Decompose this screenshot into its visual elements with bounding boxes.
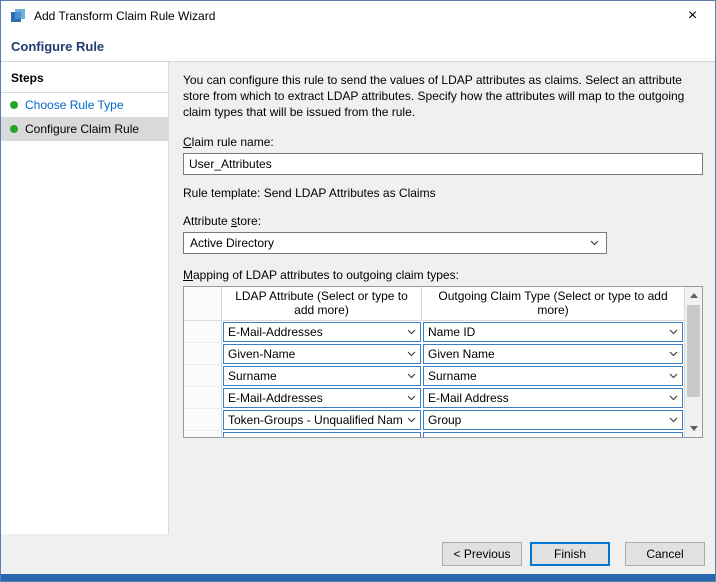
chevron-down-icon[interactable] [403,367,420,385]
chevron-down-icon[interactable] [665,389,682,407]
chevron-down-icon[interactable] [403,389,420,407]
vertical-scrollbar[interactable] [684,287,702,437]
outgoing-claim-select[interactable] [423,432,683,438]
claim-rule-name-label: Claim rule name: [183,135,703,149]
sidebar-item-configure-claim-rule[interactable]: Configure Claim Rule [1,117,168,141]
mapping-label: Mapping of LDAP attributes to outgoing c… [183,268,703,282]
row-selector[interactable] [184,365,222,387]
ldap-attribute-select[interactable]: E-Mail-Addresses [223,388,421,408]
window-title: Add Transform Claim Rule Wizard [34,9,670,23]
attribute-store-label: Attribute store: [183,214,703,228]
attribute-store-select[interactable]: Active Directory [183,232,607,254]
wizard-app-icon [10,8,26,24]
outgoing-claim-select[interactable]: Name ID [423,322,683,342]
scroll-up-icon[interactable] [685,287,702,304]
chevron-down-icon[interactable] [665,411,682,429]
rule-template-text: Rule template: Send LDAP Attributes as C… [183,186,703,200]
table-row: Token-Groups - Unqualified Names Group [184,409,684,431]
attribute-store-value: Active Directory [190,236,274,250]
previous-button[interactable]: < Previous [442,542,522,566]
rule-description: You can configure this rule to send the … [183,72,703,121]
grid-header-row: LDAP Attribute (Select or type to add mo… [184,287,684,321]
finish-button[interactable]: Finish [530,542,610,566]
chevron-down-icon[interactable] [403,411,420,429]
steps-title: Steps [1,62,168,93]
row-selector[interactable] [184,431,222,438]
page-header: Configure Rule [1,31,715,62]
titlebar: Add Transform Claim Rule Wizard × [1,1,715,31]
chevron-down-icon [583,240,606,246]
row-selector[interactable] [184,321,222,343]
chevron-down-icon[interactable] [403,345,420,363]
column-header-ldap-attribute: LDAP Attribute (Select or type to add mo… [222,287,422,320]
scrollbar-track[interactable] [685,304,702,420]
scroll-down-icon[interactable] [685,420,702,437]
window-bottom-accent [1,574,715,581]
page-title: Configure Rule [11,39,104,54]
ldap-attribute-select[interactable]: Token-Groups - Unqualified Names [223,410,421,430]
steps-sidebar: Steps Choose Rule Type Configure Claim R… [1,62,169,534]
chevron-down-icon[interactable] [665,345,682,363]
wizard-window: Add Transform Claim Rule Wizard × Config… [0,0,716,582]
table-row: E-Mail-Addresses E-Mail Address [184,387,684,409]
claim-rule-name-input[interactable] [183,153,703,175]
outgoing-claim-select[interactable]: Surname [423,366,683,386]
chevron-down-icon[interactable] [665,367,682,385]
table-row: Surname Surname [184,365,684,387]
ldap-attribute-select[interactable]: E-Mail-Addresses [223,322,421,342]
table-row-partial [184,431,684,438]
column-header-outgoing-claim-type: Outgoing Claim Type (Select or type to a… [422,287,684,320]
scrollbar-thumb[interactable] [687,305,700,397]
ldap-attribute-select[interactable]: Given-Name [223,344,421,364]
ldap-attribute-select[interactable] [223,432,421,438]
chevron-down-icon[interactable] [403,323,420,341]
step-label: Configure Claim Rule [25,122,139,136]
content-pane: You can configure this rule to send the … [169,62,715,534]
row-selector[interactable] [184,387,222,409]
step-complete-icon [10,125,18,133]
row-selector[interactable] [184,343,222,365]
table-row: Given-Name Given Name [184,343,684,365]
outgoing-claim-select[interactable]: Group [423,410,683,430]
row-selector[interactable] [184,409,222,431]
table-row: E-Mail-Addresses Name ID [184,321,684,343]
ldap-attribute-select[interactable]: Surname [223,366,421,386]
outgoing-claim-select[interactable]: E-Mail Address [423,388,683,408]
sidebar-item-choose-rule-type[interactable]: Choose Rule Type [1,93,168,117]
step-label: Choose Rule Type [25,98,124,112]
close-icon[interactable]: × [670,1,715,31]
step-complete-icon [10,101,18,109]
button-bar: < Previous Finish Cancel [1,534,715,574]
outgoing-claim-select[interactable]: Given Name [423,344,683,364]
cancel-button[interactable]: Cancel [625,542,705,566]
mapping-grid: LDAP Attribute (Select or type to add mo… [183,286,703,438]
chevron-down-icon[interactable] [665,323,682,341]
row-selector-header [184,287,222,320]
